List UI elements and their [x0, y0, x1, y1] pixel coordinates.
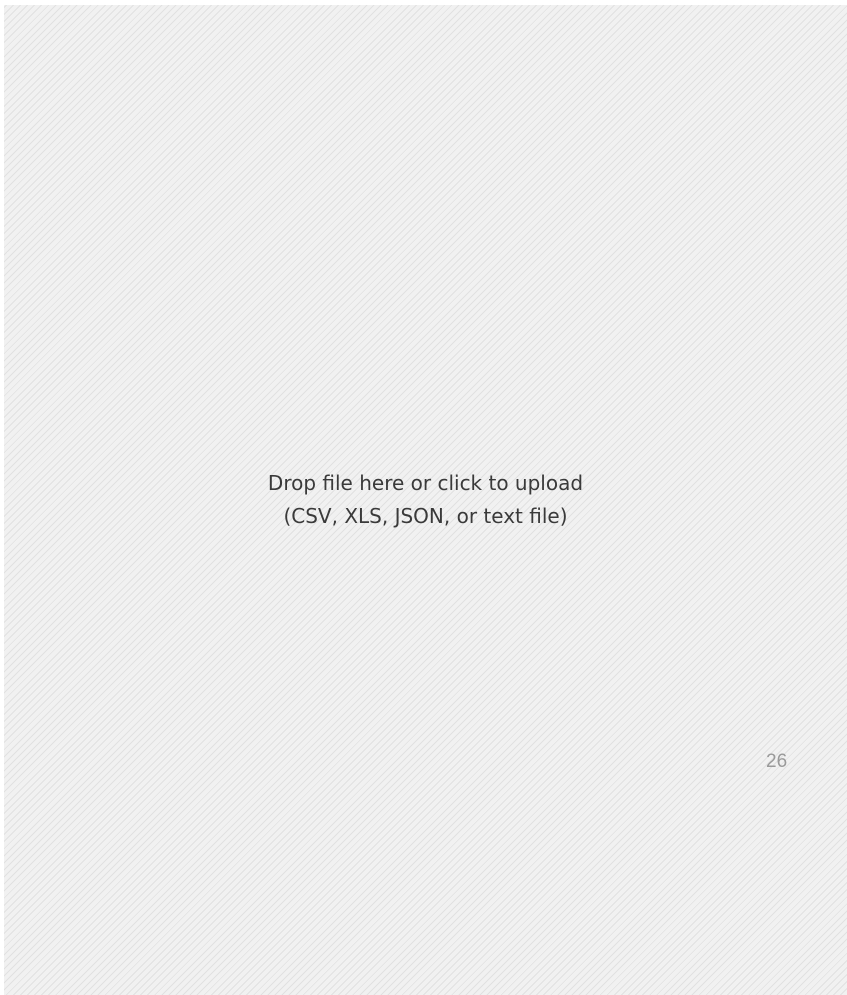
- file-dropzone[interactable]: Drop file here or click to upload (CSV, …: [4, 5, 847, 995]
- dropzone-primary-text: Drop file here or click to upload: [267, 471, 584, 495]
- dropzone-instructions: Drop file here or click to upload (CSV, …: [4, 467, 847, 533]
- page-number: 26: [766, 751, 788, 772]
- page: Drop file here or click to upload (CSV, …: [0, 0, 847, 995]
- dropzone-file-types: (CSV, XLS, JSON, or text file): [283, 504, 568, 528]
